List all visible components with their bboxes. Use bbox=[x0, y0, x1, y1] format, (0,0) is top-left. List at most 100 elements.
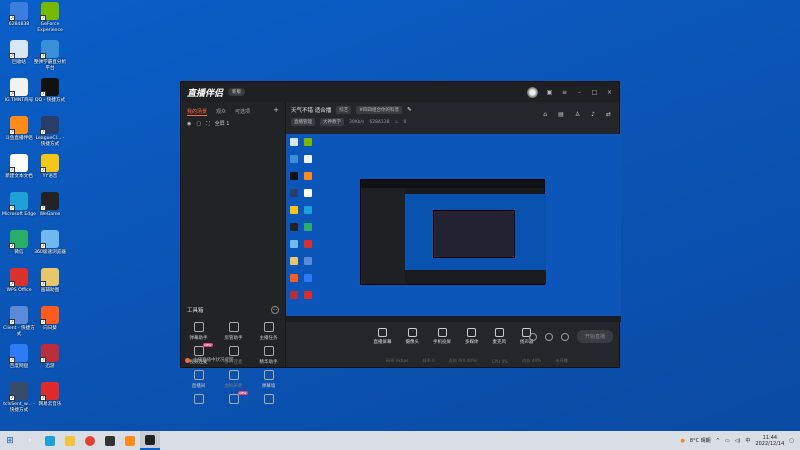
eye-icon[interactable]: ◉ bbox=[187, 121, 191, 127]
volume-icon[interactable]: ◁) bbox=[735, 438, 741, 444]
source-button[interactable]: 直播屏幕 bbox=[374, 327, 392, 345]
desktop-icon[interactable]: ↗ 百度网盘 bbox=[2, 344, 36, 370]
settings-icon[interactable] bbox=[560, 332, 569, 341]
left-footer[interactable]: 主播直播中状况提醒 bbox=[185, 357, 234, 363]
phone-cast-icon bbox=[437, 327, 447, 337]
record-icon[interactable] bbox=[528, 332, 537, 341]
status-item: 未开播 bbox=[555, 358, 568, 363]
bell-icon[interactable]: ♪ bbox=[591, 111, 595, 118]
start-live-button[interactable]: 开始直播 bbox=[576, 330, 613, 343]
desktop-icon[interactable]: ↗ Microsoft Edge bbox=[2, 192, 36, 218]
preview-desktop-icon bbox=[304, 274, 312, 282]
tool-item[interactable] bbox=[181, 394, 216, 407]
tool-item[interactable]: NEW bbox=[216, 391, 251, 407]
desktop-icon[interactable]: ↗ LeagueCl... - 快捷方式 bbox=[33, 116, 67, 147]
tray-expand-icon[interactable]: ^ bbox=[716, 438, 720, 444]
desktop-icon[interactable]: ↗ IG TMNT商号 bbox=[2, 78, 36, 104]
desktop-icon[interactable]: ↗ 斗鱼直播伴侣 bbox=[2, 116, 36, 142]
avatar[interactable] bbox=[527, 86, 538, 98]
share-icon[interactable]: ⇄ bbox=[606, 111, 611, 118]
network-icon[interactable]: ▭ bbox=[725, 438, 730, 444]
tool-item[interactable] bbox=[251, 394, 286, 407]
ime-icon[interactable]: 中 bbox=[745, 437, 750, 444]
version-badge[interactable]: 新版 bbox=[228, 88, 246, 96]
desktop-icon[interactable]: ↗ GeForce Experience bbox=[33, 2, 67, 33]
tag-chip[interactable]: #四四组合你的科普 bbox=[356, 106, 403, 114]
scene-item[interactable]: ◉ ▢ ⛶ 全屏 1 bbox=[181, 120, 285, 128]
tab-scenes[interactable]: 我的场景 bbox=[187, 108, 208, 116]
source-button[interactable]: 摄像头 bbox=[406, 327, 419, 345]
explorer-taskbar-icon[interactable] bbox=[60, 431, 80, 450]
desktop-icon[interactable]: ↗ WPS Office bbox=[2, 268, 36, 294]
tool-item[interactable]: 主播任务 bbox=[251, 322, 286, 341]
tab-audience[interactable]: 观众 bbox=[216, 108, 226, 116]
menu-icon[interactable]: ≡ bbox=[561, 89, 568, 96]
shirt-icon[interactable]: ♙ bbox=[575, 111, 580, 118]
app-icon: ↗ bbox=[40, 306, 59, 325]
desktop-icon[interactable]: ↗ YY语音 bbox=[33, 154, 67, 180]
desktop-icon[interactable]: ↗ 微信 bbox=[2, 230, 36, 256]
desktop-icon[interactable]: ↗ Client - 快捷方式 bbox=[2, 306, 36, 337]
tab-options[interactable]: 可选项 bbox=[235, 108, 250, 116]
desktop-icon[interactable]: ↗ WeGame bbox=[33, 192, 67, 218]
stream-preview[interactable] bbox=[286, 134, 621, 322]
desktop-icon[interactable]: ↗ QQ - 快捷方式 bbox=[33, 78, 67, 104]
source-button[interactable]: 多媒体 bbox=[465, 327, 479, 345]
room-info: 天气不错 适合播 综艺 #四四组合你的科普 ✎ 直播管理 大神教学 30Kb/s… bbox=[286, 102, 619, 134]
tool-label: 弹幕墙 bbox=[261, 384, 276, 389]
desktop-icon-label: WPS Office bbox=[6, 288, 32, 293]
minimize-icon[interactable]: – bbox=[576, 89, 583, 96]
desktop-icon-label: GeForce Experience bbox=[37, 22, 63, 33]
clock[interactable]: 11:44 2022/12/14 bbox=[755, 435, 784, 447]
tool-item[interactable]: 房管助手 bbox=[216, 322, 251, 341]
desktop-icon[interactable]: ↗ 向日葵 bbox=[33, 306, 67, 332]
desktop-icon[interactable]: ↗ 6284838 bbox=[2, 2, 36, 28]
tool-item[interactable]: 弹幕墙 bbox=[251, 370, 286, 389]
desktop-icon[interactable]: ↗ 迅游 bbox=[33, 344, 67, 370]
app-icon: ↗ bbox=[40, 116, 59, 135]
edge-taskbar-icon[interactable] bbox=[40, 431, 60, 450]
windows-start-icon[interactable]: ⊞ bbox=[0, 436, 20, 446]
desktop-icon[interactable]: ↗ 新建文本文档 bbox=[2, 154, 36, 180]
scene-label: 全屏 1 bbox=[214, 121, 230, 127]
preview-desktop-icon bbox=[304, 223, 312, 231]
gift-icon[interactable]: ▣ bbox=[546, 89, 553, 96]
more-icon[interactable]: ⋯ bbox=[271, 306, 279, 314]
room-name-chip[interactable]: 大神教学 bbox=[320, 118, 344, 126]
desktop-icon[interactable]: ↗ 画辅助图 bbox=[33, 268, 67, 294]
add-scene-icon[interactable]: + bbox=[273, 107, 279, 116]
left-panel: 我的场景 观众 可选项 + ◉ ▢ ⛶ 全屏 1 工具箱 ⋯ 弹幕助手 房管助手主… bbox=[181, 102, 286, 404]
live-companion-taskbar-icon[interactable] bbox=[140, 431, 160, 450]
mic-icon bbox=[494, 327, 504, 337]
tool-item[interactable]: 虚拟形象 bbox=[216, 370, 251, 389]
room-manage-chip[interactable]: 直播管理 bbox=[291, 118, 315, 126]
viewer-count: 0 bbox=[403, 119, 407, 125]
desktop-icon-label: 360极速浏览器 bbox=[34, 250, 66, 255]
app-icon: ↗ bbox=[9, 40, 28, 59]
chrome-taskbar-icon[interactable] bbox=[80, 431, 100, 450]
edit-icon[interactable]: ✎ bbox=[407, 107, 412, 113]
app-taskbar-icon[interactable] bbox=[100, 431, 120, 450]
search-icon[interactable]: ⌕ bbox=[20, 431, 40, 450]
room-title[interactable]: 天气不错 适合播 bbox=[291, 106, 331, 114]
view-icon[interactable] bbox=[544, 332, 553, 341]
desktop-icon[interactable]: ↗ 回收站 bbox=[2, 40, 36, 66]
douyu-taskbar-icon[interactable] bbox=[120, 431, 140, 450]
tool-item[interactable]: 弹幕助手 bbox=[181, 322, 216, 341]
lock-icon[interactable]: ▢ bbox=[196, 121, 201, 127]
maximize-icon[interactable]: □ bbox=[591, 89, 598, 96]
weather-text[interactable]: 8°C 晴朗 bbox=[690, 437, 711, 444]
tool-item[interactable]: 精华助手 bbox=[251, 346, 286, 365]
source-button[interactable]: 手机投屏 bbox=[433, 327, 451, 345]
notification-icon[interactable]: ▢ bbox=[789, 438, 794, 444]
desktop-icon[interactable]: ↗ 网易云音乐 bbox=[33, 382, 67, 408]
close-icon[interactable]: × bbox=[606, 89, 613, 96]
desktop-icon[interactable]: ↗ 360极速浏览器 bbox=[33, 230, 67, 256]
desktop-icon[interactable]: ↗ tclsSent_w... - 快捷方式 bbox=[2, 382, 36, 413]
box-icon[interactable]: ▤ bbox=[558, 111, 564, 118]
shop-icon[interactable]: ⌂ bbox=[543, 111, 547, 118]
category-chip[interactable]: 综艺 bbox=[336, 106, 352, 114]
tool-item[interactable]: 直播间 bbox=[181, 370, 216, 389]
source-button[interactable]: 麦克风 bbox=[493, 327, 506, 345]
desktop-icon[interactable]: ↗ 整弹学霸直分析平台 bbox=[33, 40, 67, 71]
